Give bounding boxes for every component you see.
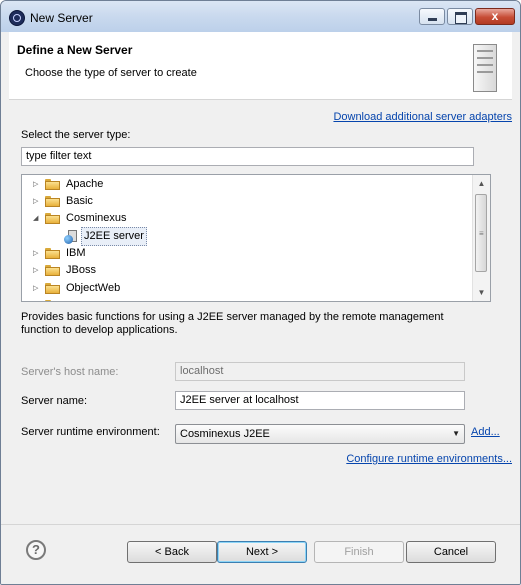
chevron-down-icon: ▼ (452, 429, 460, 438)
tree-item-label: Basic (66, 195, 93, 207)
expand-icon[interactable]: ▷ (33, 198, 41, 206)
expand-icon[interactable]: ▷ (33, 181, 41, 189)
wizard-content: Download additional server adapters Sele… (9, 100, 512, 524)
folder-icon (45, 300, 60, 301)
host-name-field: localhost (175, 362, 465, 381)
wizard-title: Define a New Server (17, 43, 133, 57)
folder-icon (45, 179, 60, 190)
eclipse-icon (9, 10, 25, 26)
back-button[interactable]: < Back (127, 541, 217, 563)
add-runtime-link[interactable]: Add... (471, 426, 500, 438)
wizard-footer: ? < Back Next > Finish Cancel (1, 524, 520, 584)
download-adapters-link[interactable]: Download additional server adapters (333, 111, 512, 123)
maximize-button[interactable] (447, 8, 473, 25)
title-bar[interactable]: New Server x (1, 1, 520, 32)
configure-runtimes-link[interactable]: Configure runtime environments... (346, 453, 512, 465)
runtime-select[interactable]: Cosminexus J2EE ▼ (175, 424, 465, 444)
finish-button: Finish (314, 541, 404, 563)
new-server-dialog: New Server x Define a New Server Choose … (0, 0, 521, 585)
collapse-icon[interactable]: ◢ (33, 215, 41, 223)
tree-item-label: IBM (66, 247, 86, 259)
scroll-down-icon[interactable]: ▼ (473, 284, 490, 301)
expand-icon[interactable]: ▷ (33, 267, 41, 275)
server-name-label: Server name: (21, 395, 88, 407)
tree-item-label: JBoss (66, 264, 96, 276)
server-description: Provides basic functions for using a J2E… (21, 311, 444, 336)
filter-input[interactable]: type filter text (21, 147, 474, 166)
scroll-thumb[interactable]: ≡ (475, 194, 487, 272)
wizard-header: Define a New Server Choose the type of s… (9, 32, 512, 100)
scroll-up-icon[interactable]: ▲ (473, 175, 490, 192)
host-name-label: Server's host name: (21, 366, 119, 378)
wizard-subtitle: Choose the type of server to create (25, 67, 197, 79)
window-title: New Server (30, 11, 93, 25)
help-icon[interactable]: ? (26, 540, 46, 560)
server-icon (473, 44, 497, 92)
tree-item-label: Apache (66, 178, 104, 190)
j2ee-server-icon (64, 230, 79, 244)
server-name-field[interactable]: J2EE server at localhost (175, 391, 465, 410)
folder-icon (45, 265, 60, 276)
tree-scrollbar[interactable]: ▲ ≡ ▼ (472, 175, 490, 301)
folder-icon (45, 248, 60, 259)
close-icon: x (491, 9, 499, 23)
cancel-button[interactable]: Cancel (406, 541, 496, 563)
server-type-tree[interactable]: ▷ Apache ▷ Basic ◢ Cosminexus J2EE serve… (21, 174, 491, 302)
minimize-button[interactable] (419, 8, 445, 25)
tree-item-label: Cosminexus (66, 212, 127, 224)
next-button[interactable]: Next > (217, 541, 307, 563)
tree-item-label: J2EE server (81, 227, 147, 246)
folder-icon (45, 196, 60, 207)
grip-icon: ≡ (479, 229, 484, 238)
folder-open-icon (45, 213, 60, 224)
tree-item-label: ObjectWeb (66, 282, 121, 294)
runtime-label: Server runtime environment: (21, 426, 160, 438)
expand-icon[interactable]: ▷ (33, 250, 41, 258)
expand-icon[interactable]: ▷ (33, 285, 41, 293)
server-type-label: Select the server type: (21, 129, 131, 141)
runtime-selected-value: Cosminexus J2EE (180, 428, 270, 440)
folder-icon (45, 283, 60, 294)
close-button[interactable]: x (475, 8, 515, 25)
